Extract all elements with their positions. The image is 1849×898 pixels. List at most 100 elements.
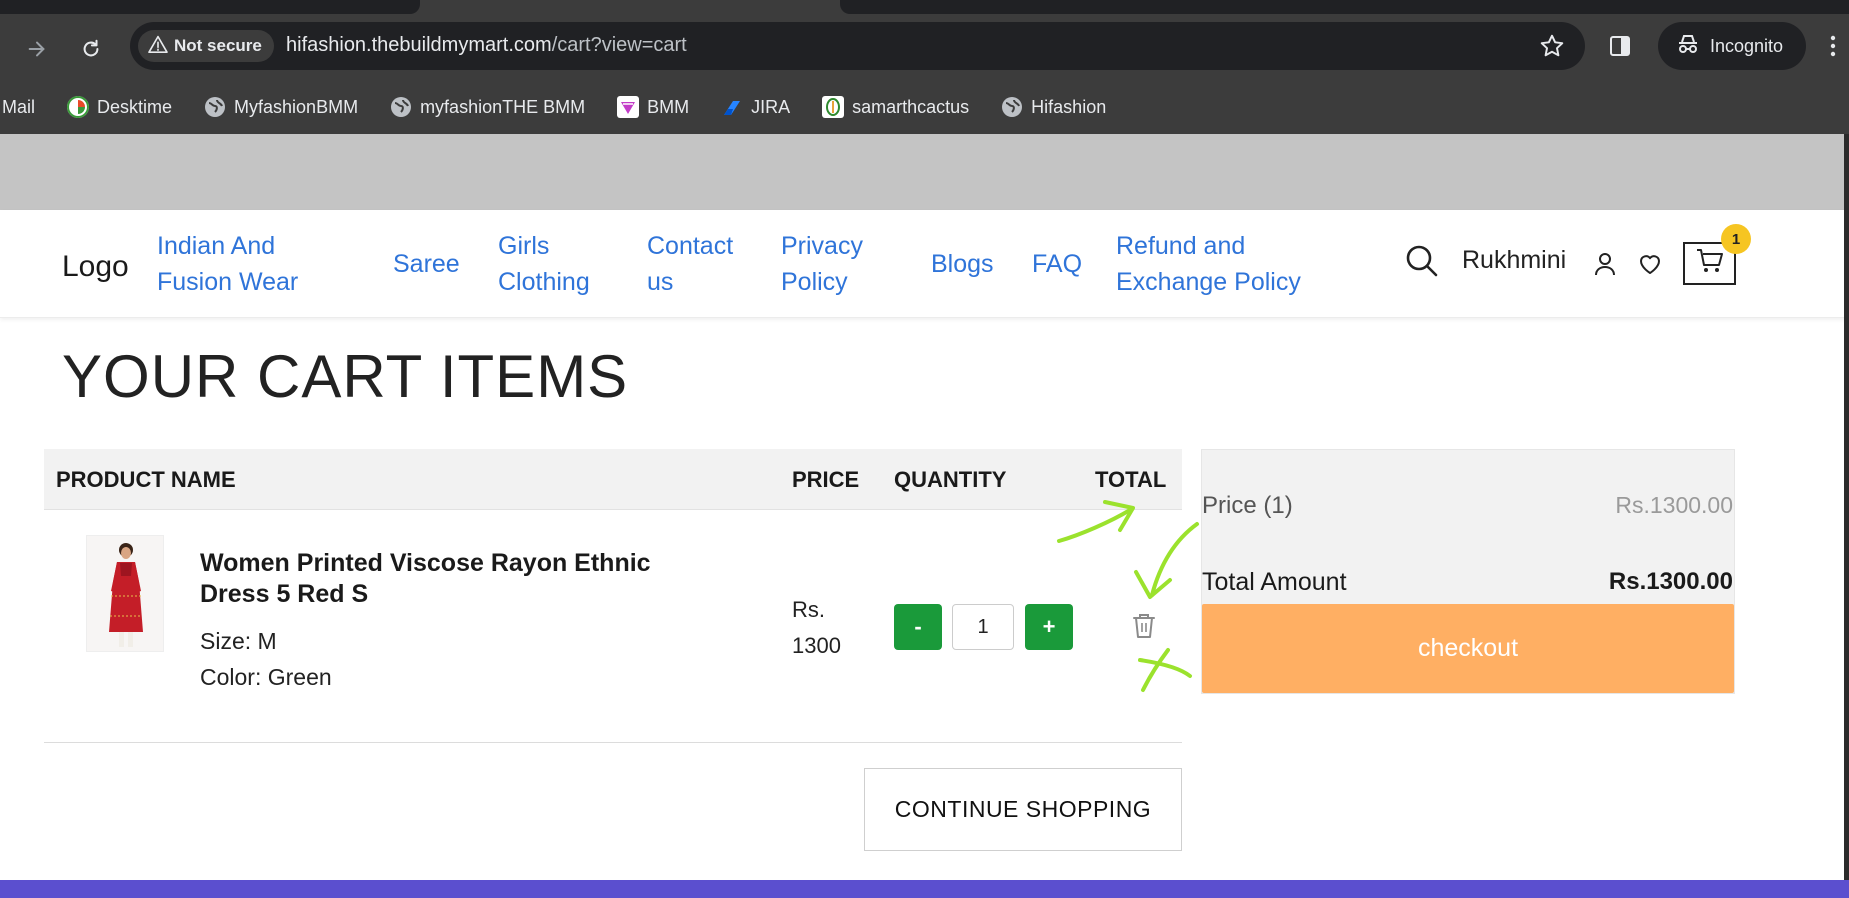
nav-line: Indian And	[157, 232, 276, 260]
col-quantity: QUANTITY	[894, 467, 1007, 492]
user-icon[interactable]	[1594, 252, 1616, 281]
url-host: hifashion.thebuildmymart.com	[286, 34, 552, 56]
nav-line: Girls	[498, 232, 550, 260]
nav-line: Blogs	[931, 250, 994, 278]
bookmark-label: Mail	[2, 96, 36, 117]
nav-line: Contact	[647, 232, 734, 260]
nav-line: FAQ	[1032, 250, 1083, 278]
browser-menu-icon[interactable]	[1830, 34, 1836, 63]
side-panel-icon[interactable]	[1608, 34, 1632, 63]
footer-bar	[0, 880, 1849, 898]
product-thumbnail[interactable]	[86, 535, 164, 652]
product-color: Color: Green	[200, 664, 332, 690]
bmm-icon	[617, 96, 640, 118]
address-bar[interactable]: Not secure hifashion.thebuildmymart.com/…	[130, 22, 1585, 70]
nav-contact-us[interactable]: Contact us	[647, 228, 733, 300]
browser-tab[interactable]	[840, 0, 1849, 14]
url-path: /cart?view=cart	[551, 34, 687, 56]
nav-blogs[interactable]: Blogs	[931, 246, 994, 282]
nav-line: Policy	[781, 268, 848, 296]
price-amount: 1300	[792, 633, 841, 658]
announcement-band	[0, 134, 1849, 210]
product-name[interactable]: Women Printed Viscose Rayon Ethnic Dress…	[200, 548, 720, 610]
summary-total-value: Rs.1300.00	[1608, 568, 1733, 595]
reload-icon[interactable]	[74, 32, 108, 66]
col-price: PRICE	[792, 467, 860, 492]
bookmark-label: Desktime	[97, 96, 173, 117]
nav-faq[interactable]: FAQ	[1032, 246, 1082, 282]
summary-price-value: Rs.1300.00	[1615, 492, 1733, 518]
summary-price-label: Price (1)	[1202, 492, 1293, 519]
search-icon[interactable]	[1405, 244, 1439, 283]
nav-refund-exchange[interactable]: Refund and Exchange Policy	[1116, 228, 1301, 300]
bookmark-label: samarthcactus	[852, 96, 970, 117]
bookmark-mail[interactable]: Mail	[2, 97, 35, 118]
bookmark-desktime[interactable]: Desktime	[67, 96, 172, 118]
browser-toolbar: Not secure hifashion.thebuildmymart.com/…	[0, 14, 1849, 80]
annotation-arrow-trash-head	[1134, 570, 1172, 599]
nav-saree[interactable]: Saree	[393, 246, 460, 282]
col-product-name: PRODUCT NAME	[56, 467, 236, 492]
product-size: Size: M	[200, 628, 277, 654]
page-title: YOUR CART ITEMS	[62, 343, 629, 410]
annotation-arrow-trash	[1150, 522, 1199, 597]
row-divider	[44, 742, 1182, 743]
warning-icon	[148, 35, 168, 58]
bookmarks-bar: Mail Desktime MyfashionBMM myfashionTHE …	[0, 80, 1849, 134]
bookmark-label: Hifashion	[1031, 96, 1107, 117]
bookmark-hifashion[interactable]: Hifashion	[1001, 96, 1106, 118]
browser-tab[interactable]	[0, 0, 420, 14]
bookmark-jira[interactable]: JIRA	[721, 96, 790, 118]
user-name[interactable]: Rukhmini	[1462, 246, 1566, 275]
globe-icon	[204, 96, 226, 118]
cart-count-badge: 1	[1721, 224, 1751, 254]
desktime-icon	[67, 96, 90, 118]
cart-icon	[1695, 247, 1725, 280]
product-price: Rs. 1300	[792, 592, 852, 664]
url-text[interactable]: hifashion.thebuildmymart.com/cart?view=c…	[286, 34, 687, 57]
nav-indian-fusion-wear[interactable]: Indian And Fusion Wear	[157, 228, 298, 300]
continue-shopping-button[interactable]: CONTINUE SHOPPING	[864, 768, 1182, 851]
wishlist-heart-icon[interactable]	[1638, 253, 1662, 280]
globe-icon	[1001, 96, 1023, 118]
nav-privacy-policy[interactable]: Privacy Policy	[781, 228, 863, 300]
nav-girls-clothing[interactable]: Girls Clothing	[498, 228, 590, 300]
forward-icon[interactable]	[20, 32, 54, 66]
page-scrollbar[interactable]	[1844, 134, 1849, 880]
remove-item-trash-icon[interactable]	[1131, 611, 1157, 644]
nav-line: Exchange Policy	[1116, 268, 1301, 296]
annotation-arrow-total	[1057, 508, 1132, 543]
bookmark-star-icon[interactable]	[1539, 33, 1565, 64]
bookmark-label: JIRA	[751, 96, 791, 117]
globe-icon	[390, 96, 412, 118]
bookmark-label: BMM	[647, 96, 690, 117]
incognito-icon	[1676, 33, 1700, 60]
bookmark-label: myfashionTHE BMM	[420, 96, 586, 117]
checkout-button[interactable]: checkout	[1202, 604, 1734, 693]
jira-icon	[721, 96, 743, 118]
nav-line: Privacy	[781, 232, 863, 260]
nav-line: Clothing	[498, 268, 590, 296]
security-chip[interactable]: Not secure	[138, 30, 274, 62]
nav-line: Fusion Wear	[157, 268, 299, 296]
security-label: Not secure	[174, 36, 262, 55]
bookmark-samarthcactus[interactable]: samarthcactus	[822, 96, 969, 118]
quantity-decrease-button[interactable]: -	[894, 604, 942, 650]
summary-total-label: Total Amount	[1202, 568, 1347, 596]
bookmark-myfashionthebmm[interactable]: myfashionTHE BMM	[390, 96, 585, 118]
site-header: Logo Indian And Fusion Wear Saree Girls …	[0, 210, 1849, 318]
incognito-label: Incognito	[1710, 35, 1784, 56]
nav-line: us	[647, 268, 674, 296]
quantity-input[interactable]	[952, 604, 1014, 650]
bookmark-bmm[interactable]: BMM	[617, 96, 689, 118]
price-currency: Rs.	[792, 597, 825, 622]
quantity-increase-button[interactable]: +	[1025, 604, 1073, 650]
bookmark-label: MyfashionBMM	[234, 96, 359, 117]
cactus-icon	[822, 96, 845, 118]
cart-table-header: PRODUCT NAME PRICE QUANTITY TOTAL	[44, 449, 1182, 510]
site-logo[interactable]: Logo	[62, 250, 129, 284]
col-total: TOTAL	[1095, 467, 1167, 492]
annotation-cross	[1141, 648, 1170, 692]
bookmark-myfashionbmm[interactable]: MyfashionBMM	[204, 96, 358, 118]
incognito-chip[interactable]: Incognito	[1658, 22, 1806, 70]
